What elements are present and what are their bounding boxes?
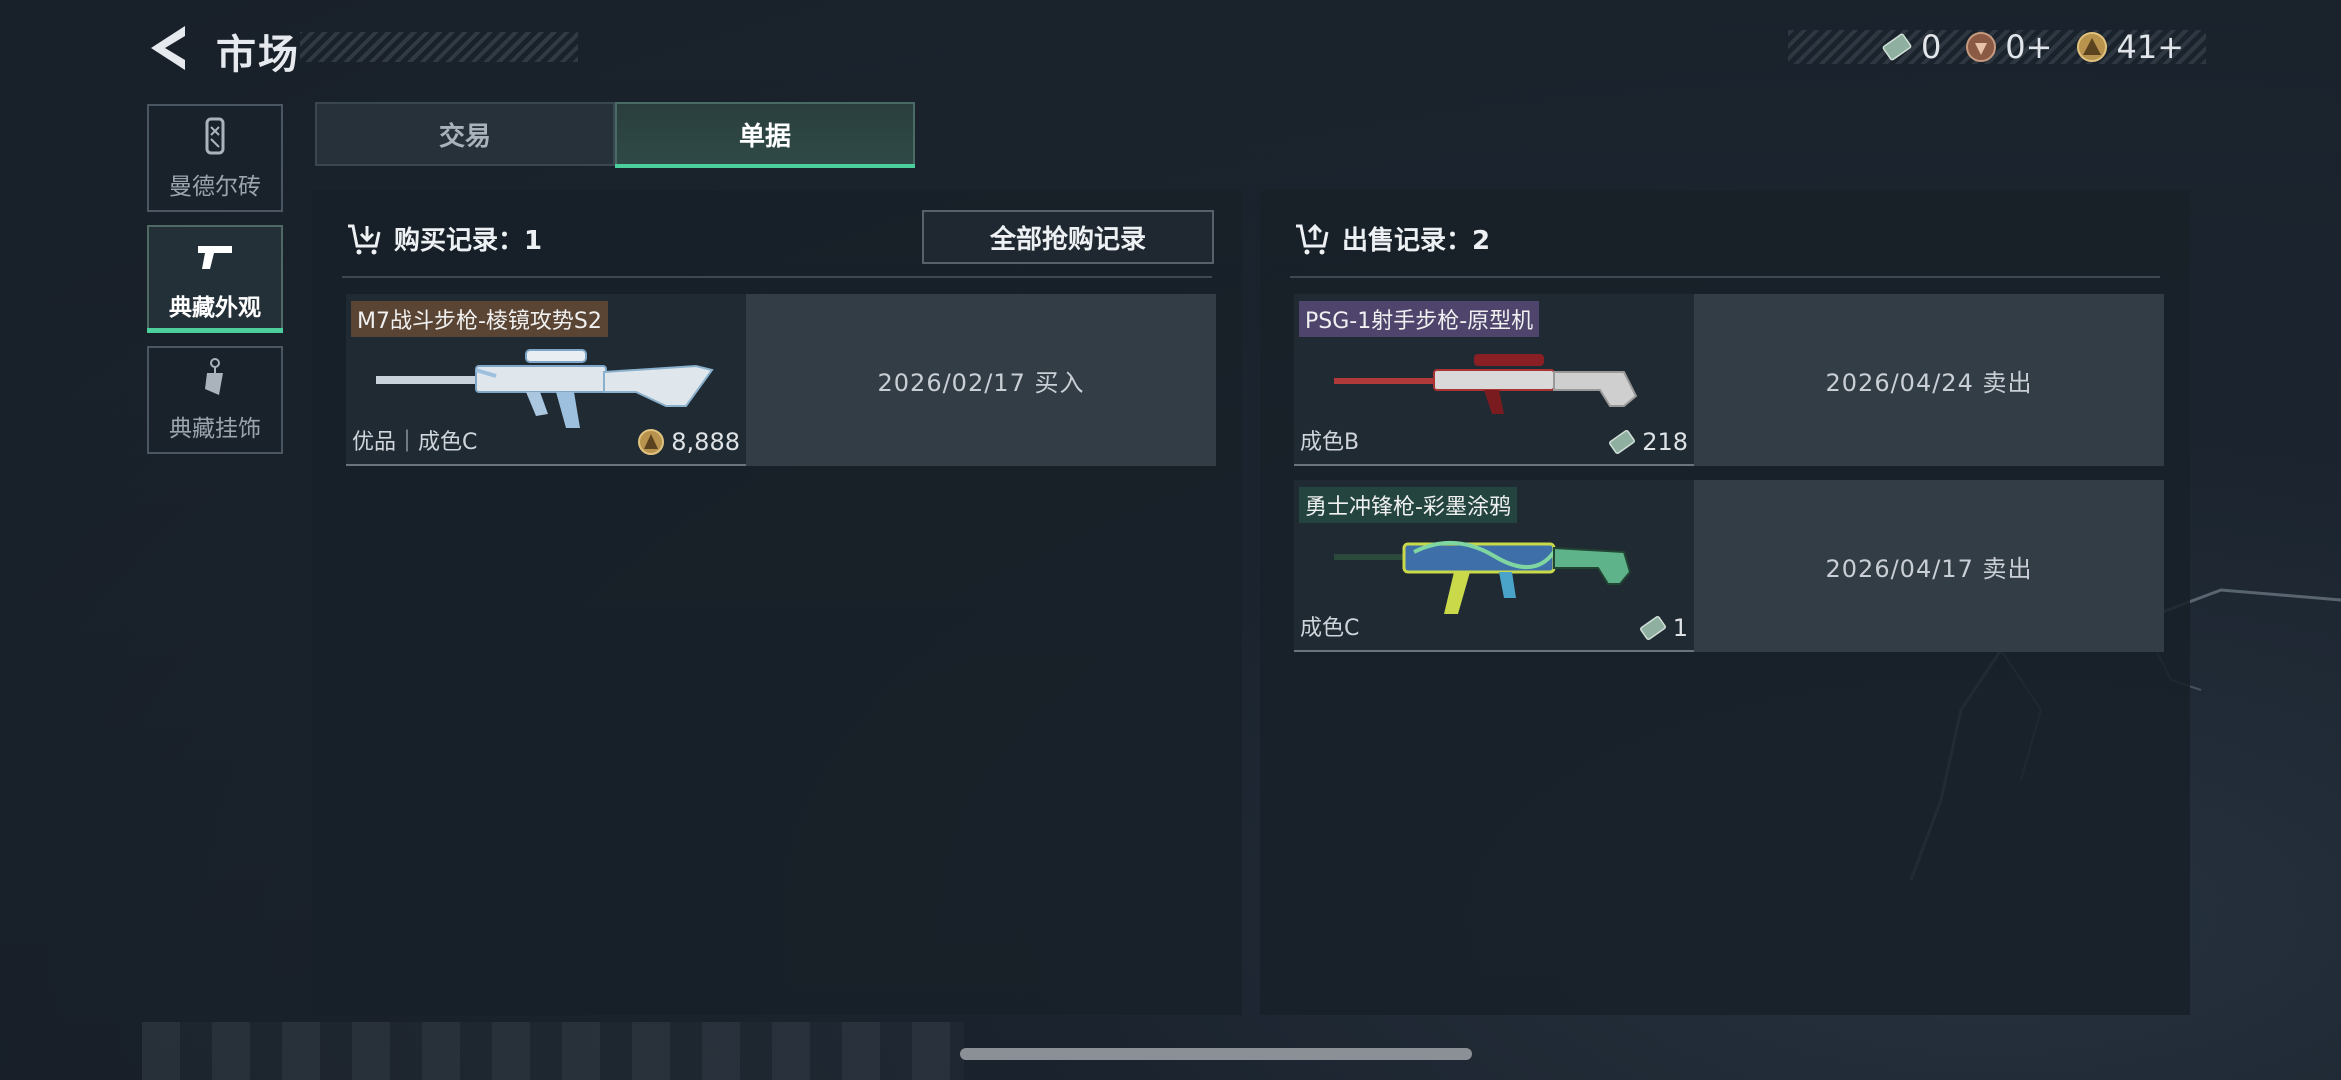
sidebar-item-label: 典藏挂饰 (169, 416, 261, 442)
brick-icon (205, 117, 225, 155)
back-arrow-icon[interactable] (145, 22, 193, 74)
bronze-medal-icon (1966, 32, 1997, 62)
sales-panel: 出售记录：2 PSG-1射手步枪-原型机 成色B 218 2026/04/24 … (1260, 190, 2190, 1015)
sale-record[interactable]: PSG-1射手步枪-原型机 成色B 218 2026/04/24 卖出 (1294, 294, 2164, 466)
rifle-image (376, 349, 714, 428)
sales-header: 出售记录：2 (1294, 220, 1490, 257)
sidebar-item-label: 典藏外观 (169, 295, 261, 321)
currency-ticket[interactable]: 0 (1881, 28, 1941, 66)
sniper-rifle-image (1334, 354, 1638, 414)
gold-coin-icon (638, 429, 665, 455)
sidebar-item-mandel-brick[interactable]: 曼德尔砖 (147, 104, 283, 212)
tab-trade[interactable]: 交易 (315, 102, 615, 166)
ticket-icon (1609, 429, 1636, 455)
item-name: M7战斗步枪-棱镜攻势S2 (351, 301, 608, 337)
item-card: PSG-1射手步枪-原型机 成色B 218 (1294, 294, 1694, 466)
cart-upload-icon (1296, 223, 1329, 254)
item-name: PSG-1射手步枪-原型机 (1299, 301, 1540, 337)
gold-coin-icon (2077, 32, 2108, 62)
currency-bar: 0 0+ 41+ (1788, 28, 2206, 66)
smg-image (1334, 541, 1632, 614)
record-date: 2026/04/24 卖出 (1694, 294, 2164, 466)
record-date: 2026/04/17 卖出 (1694, 480, 2164, 652)
item-card: M7战斗步枪-棱镜攻势S2 优品｜成色C 8,888 (346, 294, 746, 466)
cart-download-icon (348, 224, 381, 254)
ticket-icon (1639, 615, 1666, 641)
title-decoration (300, 32, 578, 62)
pistol-icon (198, 246, 232, 269)
sidebar-item-collection-charm[interactable]: 典藏挂饰 (147, 346, 283, 454)
item-condition: 成色C (1300, 616, 1360, 641)
all-flash-purchase-records-button[interactable]: 全部抢购记录 (922, 210, 1214, 264)
purchase-header: 购买记录：1 (346, 220, 542, 257)
item-price: 218 (1608, 428, 1688, 456)
item-price: 8,888 (637, 428, 740, 456)
currency-gold[interactable]: 41+ (2076, 28, 2184, 66)
page-title: 市场 (216, 32, 300, 78)
divider (1290, 276, 2160, 278)
divider (342, 276, 1212, 278)
item-price-value: 218 (1642, 428, 1688, 456)
item-name: 勇士冲锋枪-彩墨涂鸦 (1299, 487, 1517, 523)
purchase-panel: 购买记录：1 全部抢购记录 M7战斗步枪-棱镜攻势S2 优品｜成色C 8,888… (312, 190, 1242, 1015)
record-date: 2026/02/17 买入 (746, 294, 1216, 466)
sidebar-item-label: 曼德尔砖 (169, 174, 261, 200)
item-price-value: 8,888 (671, 428, 740, 456)
item-price-value: 1 (1672, 614, 1688, 642)
tab-orders[interactable]: 单据 (615, 102, 915, 168)
purchase-title: 购买记录：1 (394, 226, 543, 256)
item-condition: 优品｜成色C (352, 430, 478, 455)
purchase-record[interactable]: M7战斗步枪-棱镜攻势S2 优品｜成色C 8,888 2026/02/17 买入 (346, 294, 1216, 466)
currency-gold-value: 41+ (2116, 28, 2184, 66)
pixelated-overlay (142, 1022, 964, 1080)
item-card: 勇士冲锋枪-彩墨涂鸦 成色C 1 (1294, 480, 1694, 652)
sidebar-item-collection-skin[interactable]: 典藏外观 (147, 225, 283, 333)
sale-record[interactable]: 勇士冲锋枪-彩墨涂鸦 成色C 1 2026/04/17 卖出 (1294, 480, 2164, 652)
currency-bronze-value: 0+ (2005, 28, 2053, 66)
item-price: 1 (1639, 614, 1688, 642)
charm-icon (205, 358, 223, 395)
currency-ticket-value: 0 (1920, 28, 1942, 66)
item-condition: 成色B (1300, 430, 1360, 455)
home-indicator[interactable] (960, 1048, 1472, 1060)
currency-bronze[interactable]: 0+ (1965, 28, 2052, 66)
ticket-icon (1882, 33, 1912, 61)
sales-title: 出售记录：2 (1342, 226, 1491, 256)
